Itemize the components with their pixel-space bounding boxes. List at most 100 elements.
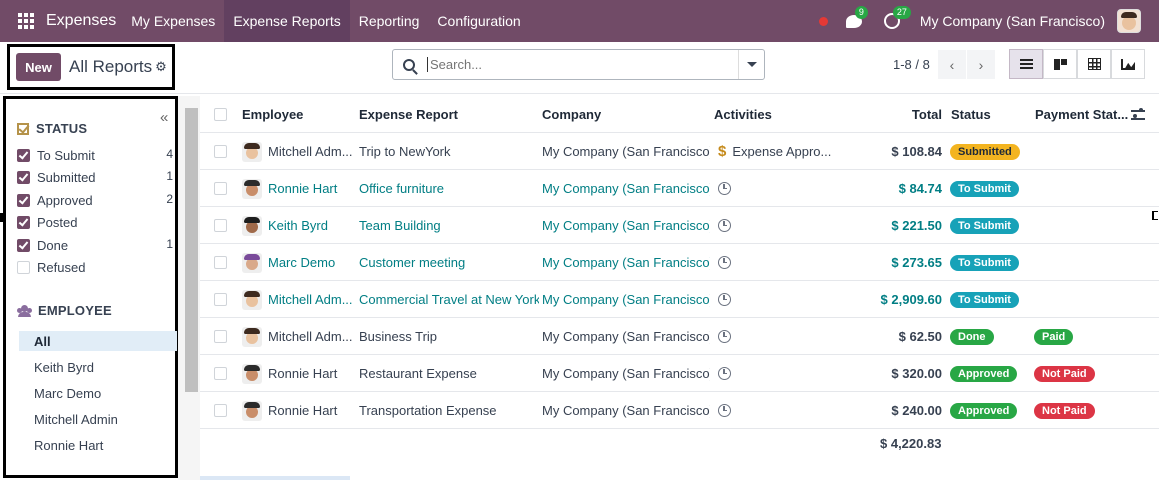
apps-menu-icon[interactable]: [18, 13, 34, 29]
activity-cell[interactable]: [718, 355, 838, 392]
employee-cell[interactable]: Ronnie Hart: [242, 170, 354, 207]
company-cell[interactable]: My Company (San Francisco): [542, 355, 710, 392]
expense-report-cell[interactable]: Team Building: [359, 207, 539, 244]
menu-expense-reports[interactable]: Expense Reports: [224, 0, 350, 42]
table-row[interactable]: Ronnie Hart Transportation Expense My Comp…: [200, 392, 1159, 429]
expense-report-cell[interactable]: Customer meeting: [359, 244, 539, 281]
menu-configuration[interactable]: Configuration: [428, 0, 529, 42]
new-button[interactable]: New: [16, 53, 61, 81]
activity-cell[interactable]: [718, 318, 838, 355]
header-employee[interactable]: Employee: [242, 96, 303, 133]
company-cell[interactable]: My Company (San Francisco): [542, 207, 710, 244]
control-panel-divider: [0, 93, 1159, 94]
row-checkbox[interactable]: [214, 404, 227, 417]
activity-cell[interactable]: [718, 207, 838, 244]
employee-filter-marc-demo[interactable]: Marc Demo: [19, 383, 177, 403]
app-brand[interactable]: Expenses: [46, 12, 116, 30]
pager-value[interactable]: 1-8 / 8: [893, 57, 930, 72]
status-filter-submitted[interactable]: Submitted 1: [17, 167, 177, 187]
search-input[interactable]: [427, 57, 727, 72]
activity-cell[interactable]: [718, 392, 838, 429]
employee-cell[interactable]: Ronnie Hart: [242, 355, 354, 392]
horizontal-scrollbar[interactable]: [200, 476, 350, 480]
employee-cell[interactable]: Keith Byrd: [242, 207, 354, 244]
employee-cell[interactable]: Mitchell Adm...: [242, 133, 354, 170]
table-row[interactable]: Mitchell Adm... Commercial Travel at New …: [200, 281, 1159, 318]
checkbox[interactable]: [17, 193, 30, 207]
activity-cell[interactable]: [718, 170, 838, 207]
header-company[interactable]: Company: [542, 96, 601, 133]
status-dot-icon[interactable]: [818, 16, 828, 26]
optional-columns-toggle[interactable]: [1131, 96, 1145, 133]
collapse-panel-icon[interactable]: «: [160, 109, 168, 126]
employee-filter-ronnie-hart[interactable]: Ronnie Hart: [19, 435, 177, 455]
pivot-view-button[interactable]: [1077, 49, 1111, 79]
expense-report-cell[interactable]: Transportation Expense: [359, 392, 539, 429]
employee-cell[interactable]: Mitchell Adm...: [242, 318, 354, 355]
checkbox[interactable]: [17, 148, 30, 162]
checkbox[interactable]: [17, 260, 30, 274]
activity-cell[interactable]: $ Expense Appro...: [718, 133, 838, 170]
employee-cell[interactable]: Mitchell Adm...: [242, 281, 354, 318]
company-cell[interactable]: My Company (San Francisco): [542, 281, 710, 318]
row-checkbox[interactable]: [214, 367, 227, 380]
table-row[interactable]: Marc Demo Customer meeting My Company (San…: [200, 244, 1159, 281]
status-filter-done[interactable]: Done 1: [17, 235, 177, 255]
header-activities[interactable]: Activities: [714, 96, 772, 133]
company-cell[interactable]: My Company (San Francisco): [542, 244, 710, 281]
row-checkbox[interactable]: [214, 330, 227, 343]
table-row[interactable]: Ronnie Hart Restaurant Expense My Company …: [200, 355, 1159, 392]
gear-icon[interactable]: ⚙: [155, 59, 167, 75]
table-row[interactable]: Keith Byrd Team Building My Company (San F…: [200, 207, 1159, 244]
status-filter-approved[interactable]: Approved 2: [17, 190, 177, 210]
company-cell[interactable]: My Company (San Francisco): [542, 133, 710, 170]
table-row[interactable]: Mitchell Adm... Business Trip My Company (…: [200, 318, 1159, 355]
employee-filter-keith-byrd[interactable]: Keith Byrd: [19, 357, 177, 377]
row-checkbox[interactable]: [214, 145, 227, 158]
select-all-checkbox[interactable]: [214, 108, 227, 121]
pager-next-button[interactable]: ›: [967, 50, 995, 79]
company-cell[interactable]: My Company (San Francisco): [542, 170, 710, 207]
status-filter-refused[interactable]: Refused: [17, 257, 177, 277]
menu-reporting[interactable]: Reporting: [350, 0, 429, 42]
user-avatar[interactable]: [1117, 9, 1141, 33]
company-switcher[interactable]: My Company (San Francisco): [920, 13, 1105, 29]
activities-button[interactable]: 27: [882, 6, 911, 31]
table-row[interactable]: Mitchell Adm... Trip to NewYork My Company…: [200, 133, 1159, 170]
sidebar-scrollbar[interactable]: [185, 108, 198, 392]
messages-button[interactable]: 9: [844, 6, 868, 31]
pager-previous-button[interactable]: ‹: [938, 50, 966, 79]
table-row[interactable]: Ronnie Hart Office furniture My Company (S…: [200, 170, 1159, 207]
company-cell[interactable]: My Company (San Francisco): [542, 318, 710, 355]
employee-filter-all[interactable]: All: [19, 331, 177, 351]
checkbox[interactable]: [17, 238, 30, 252]
header-total[interactable]: Total: [840, 96, 942, 133]
checkbox[interactable]: [17, 215, 30, 229]
company-cell[interactable]: My Company (San Francisco): [542, 392, 710, 429]
employee-cell[interactable]: Ronnie Hart: [242, 392, 354, 429]
header-payment-status[interactable]: Payment Stat...: [1035, 96, 1130, 133]
activity-cell[interactable]: [718, 244, 838, 281]
employee-cell[interactable]: Marc Demo: [242, 244, 354, 281]
menu-my-expenses[interactable]: My Expenses: [122, 0, 224, 42]
status-filter-to-submit[interactable]: To Submit 4: [17, 145, 177, 165]
header-expense-report[interactable]: Expense Report: [359, 96, 458, 133]
graph-view-button[interactable]: [1111, 49, 1145, 79]
activity-cell[interactable]: [718, 281, 838, 318]
row-checkbox[interactable]: [214, 219, 227, 232]
expense-report-cell[interactable]: Office furniture: [359, 170, 539, 207]
status-filter-posted[interactable]: Posted: [17, 212, 177, 232]
row-checkbox[interactable]: [214, 182, 227, 195]
expense-report-cell[interactable]: Trip to NewYork: [359, 133, 539, 170]
checkbox[interactable]: [17, 170, 30, 184]
kanban-view-button[interactable]: [1043, 49, 1077, 79]
header-status[interactable]: Status: [951, 96, 991, 133]
search-options-toggle[interactable]: [738, 50, 764, 79]
row-checkbox[interactable]: [214, 293, 227, 306]
expense-report-cell[interactable]: Commercial Travel at New York: [359, 281, 539, 318]
row-checkbox[interactable]: [214, 256, 227, 269]
list-view-button[interactable]: [1009, 49, 1043, 79]
employee-filter-mitchell-admin[interactable]: Mitchell Admin: [19, 409, 177, 429]
expense-report-cell[interactable]: Business Trip: [359, 318, 539, 355]
expense-report-cell[interactable]: Restaurant Expense: [359, 355, 539, 392]
